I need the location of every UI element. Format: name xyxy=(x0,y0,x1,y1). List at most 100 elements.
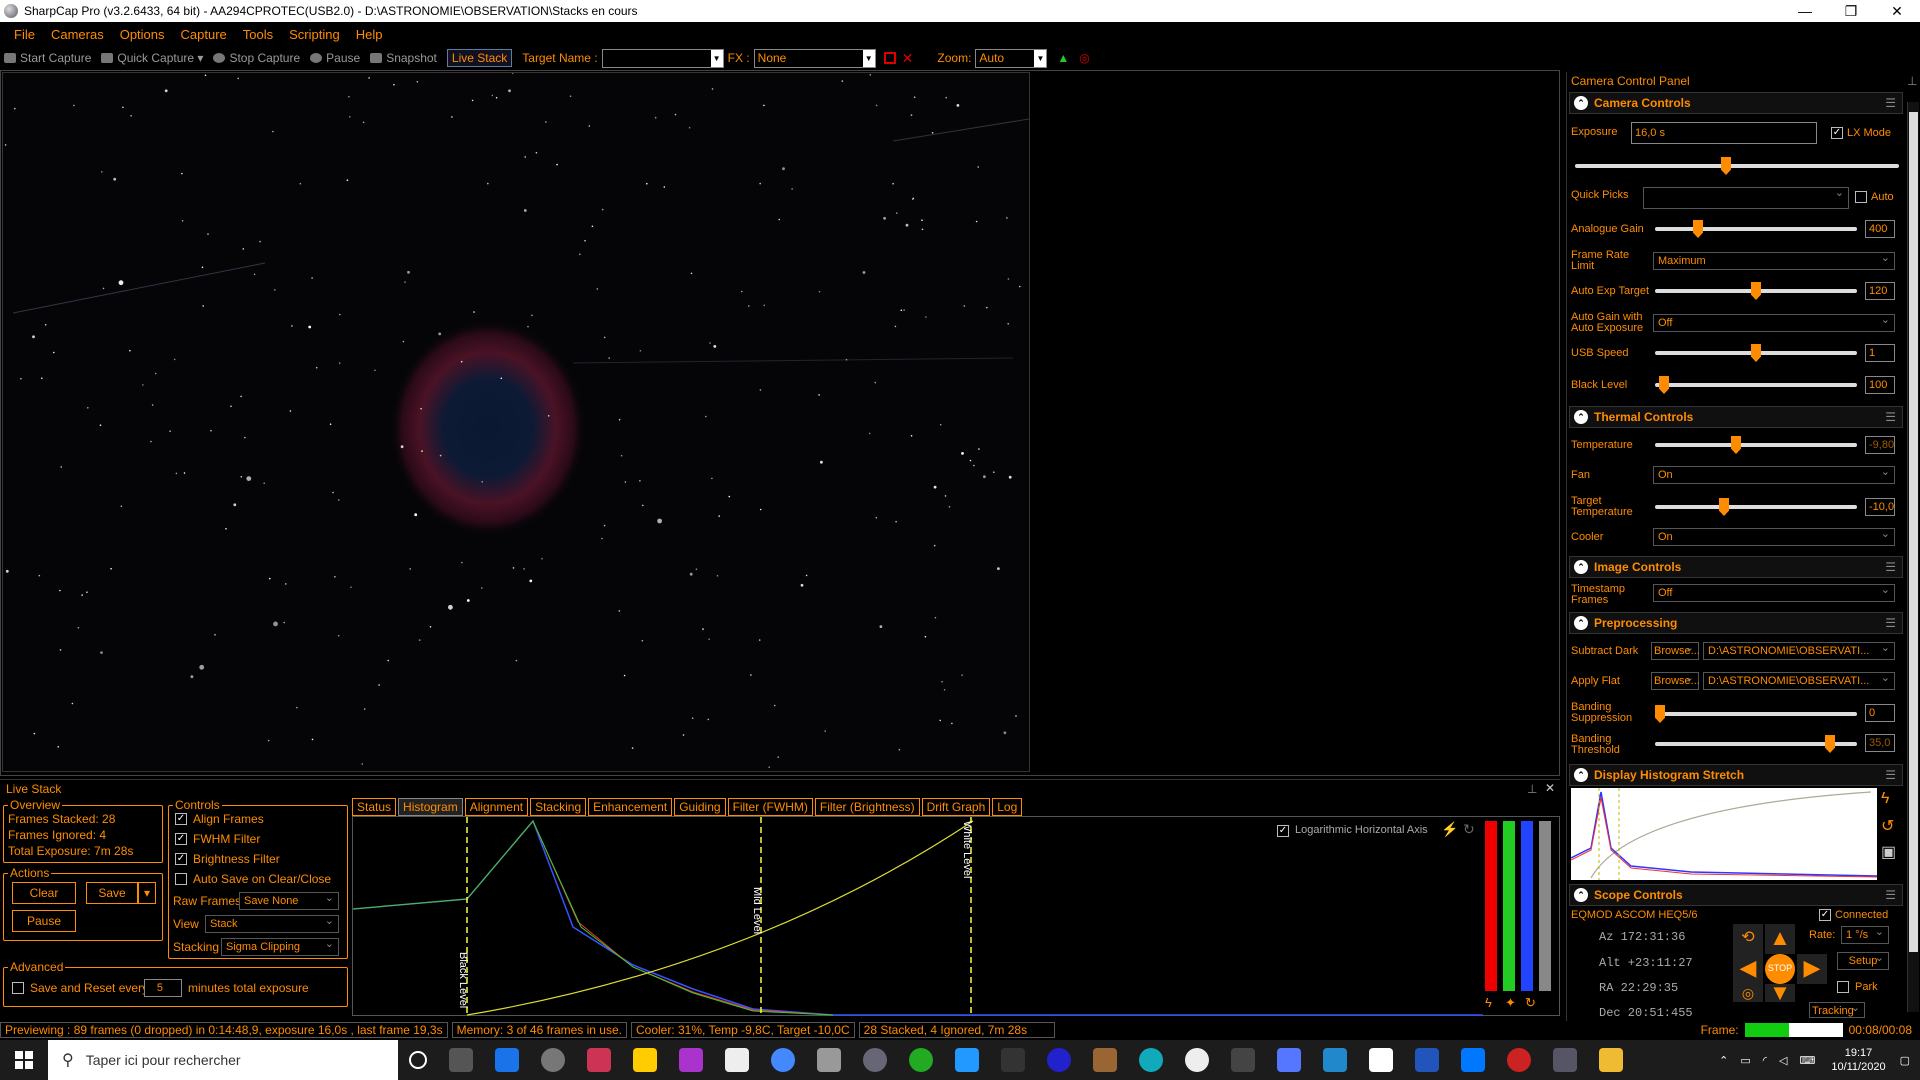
crosshair-icon[interactable]: ✕ xyxy=(902,50,914,67)
quick-capture-button[interactable]: Quick Capture ▾ xyxy=(101,51,203,65)
auto-exp-slider[interactable] xyxy=(1655,282,1857,300)
minimize-button[interactable]: — xyxy=(1782,3,1828,20)
stacking-dropdown[interactable]: Sigma Clipping xyxy=(221,936,339,956)
tab-filter-brightness[interactable]: Filter (Brightness) xyxy=(814,798,920,816)
frame-rate-dropdown[interactable]: Maximum xyxy=(1653,250,1895,270)
quick-picks-dropdown[interactable] xyxy=(1643,185,1849,209)
close-icon[interactable]: ✕ xyxy=(1545,781,1555,795)
fan-dropdown[interactable]: On xyxy=(1653,464,1895,484)
menu-tools[interactable]: Tools xyxy=(243,27,273,42)
black-level-slider[interactable] xyxy=(1655,376,1857,394)
volume-icon[interactable]: ◁ xyxy=(1779,1054,1787,1067)
stop-capture-button[interactable]: Stop Capture xyxy=(213,51,300,65)
settings-icon[interactable] xyxy=(541,1048,565,1072)
tab-status[interactable]: Status xyxy=(352,798,397,816)
tab-alignment[interactable]: Alignment xyxy=(464,798,529,816)
tab-log[interactable]: Log xyxy=(992,798,1023,816)
pause-stack-button[interactable]: Pause xyxy=(12,910,76,932)
clear-button[interactable]: Clear xyxy=(12,882,76,904)
sharpcap-icon[interactable] xyxy=(863,1048,887,1072)
south-arrow-icon[interactable]: ▼ xyxy=(1765,984,1795,1002)
discord-icon[interactable] xyxy=(1277,1048,1301,1072)
browse-dark-button[interactable]: Browse... xyxy=(1651,640,1700,660)
threshold-slider[interactable] xyxy=(1655,735,1857,753)
target-temp-thumb[interactable] xyxy=(1719,498,1729,516)
app-icon-4[interactable] xyxy=(771,1048,795,1072)
wix-icon[interactable] xyxy=(1369,1048,1393,1072)
minutes-stepper[interactable]: 5 xyxy=(144,979,182,997)
section-menu-icon[interactable]: ☰ xyxy=(1885,888,1896,902)
analogue-gain-value[interactable]: 400 xyxy=(1865,220,1895,238)
lx-mode-checkbox[interactable]: ✓ xyxy=(1831,127,1843,139)
reverse-icon[interactable]: ⟲ xyxy=(1733,924,1763,954)
app-icon-9[interactable] xyxy=(1047,1048,1071,1072)
preprocessing-header[interactable]: ⌃ Preprocessing ☰ xyxy=(1569,612,1903,634)
app-icon-3[interactable] xyxy=(725,1048,749,1072)
tab-enhancement[interactable]: Enhancement xyxy=(588,798,673,816)
pin-icon[interactable]: ⊥ xyxy=(1907,74,1917,88)
start-capture-button[interactable]: Start Capture xyxy=(4,51,91,65)
banding-value[interactable]: 0 xyxy=(1865,704,1895,722)
tab-drift-graph[interactable]: Drift Graph xyxy=(921,798,991,816)
red-channel-slider[interactable] xyxy=(1485,821,1497,991)
save-reset-checkbox[interactable] xyxy=(12,982,24,994)
panel-scrollbar[interactable] xyxy=(1907,102,1919,1012)
save-stretch-icon[interactable]: ▣ xyxy=(1881,842,1896,862)
app-icon-5[interactable] xyxy=(817,1048,841,1072)
app-icon-12[interactable] xyxy=(1231,1048,1255,1072)
app-icon-11[interactable] xyxy=(1185,1048,1209,1072)
app-icon-16[interactable] xyxy=(1553,1048,1577,1072)
banding-thumb[interactable] xyxy=(1655,705,1665,723)
pause-button[interactable]: Pause xyxy=(310,51,360,65)
section-menu-icon[interactable]: ☰ xyxy=(1885,96,1896,110)
app-icon-6[interactable] xyxy=(909,1048,933,1072)
sticky-notes-icon[interactable] xyxy=(633,1048,657,1072)
thermal-controls-header[interactable]: ⌃ Thermal Controls ☰ xyxy=(1569,406,1903,428)
app-icon-2[interactable] xyxy=(679,1048,703,1072)
snapshot-button[interactable]: Snapshot xyxy=(370,51,437,65)
section-menu-icon[interactable]: ☰ xyxy=(1885,410,1896,424)
flat-path-dropdown[interactable]: D:\ASTRONOMIE\OBSERVATI... xyxy=(1703,670,1895,690)
luminance-channel-slider[interactable] xyxy=(1539,821,1551,991)
menu-scripting[interactable]: Scripting xyxy=(289,27,340,42)
blue-channel-slider[interactable] xyxy=(1521,821,1533,991)
fx-dropdown[interactable]: None ▼ xyxy=(753,48,876,68)
edge-icon[interactable] xyxy=(1139,1048,1163,1072)
target-temp-slider[interactable] xyxy=(1655,498,1857,516)
connected-checkbox[interactable]: ✓ xyxy=(1819,909,1831,921)
wifi-icon[interactable]: ◜ xyxy=(1763,1054,1767,1067)
threshold-value[interactable]: 35,0 xyxy=(1865,734,1895,752)
target-icon[interactable]: ◎ xyxy=(1733,984,1763,1002)
tab-histogram[interactable]: Histogram xyxy=(398,798,463,816)
tab-guiding[interactable]: Guiding xyxy=(674,798,726,816)
ts-icon[interactable] xyxy=(1415,1048,1439,1072)
save-button[interactable]: Save xyxy=(86,882,138,904)
network-icon[interactable]: ▭ xyxy=(1740,1054,1750,1067)
stretch-histogram-plot[interactable] xyxy=(1570,788,1878,880)
live-stack-button[interactable]: Live Stack xyxy=(446,49,513,67)
black-level-thumb[interactable] xyxy=(1659,376,1669,394)
image-controls-header[interactable]: ⌃ Image Controls ☰ xyxy=(1569,556,1903,578)
tracking-button[interactable]: Tracking xyxy=(1809,1000,1865,1018)
banding-slider[interactable] xyxy=(1655,705,1857,723)
reset-icon[interactable]: ↻ xyxy=(1463,821,1475,838)
focus-icon[interactable]: ◎ xyxy=(1079,51,1089,65)
section-menu-icon[interactable]: ☰ xyxy=(1885,768,1896,782)
threshold-thumb[interactable] xyxy=(1825,735,1835,753)
view-dropdown[interactable]: Stack xyxy=(205,913,339,933)
analogue-gain-slider[interactable] xyxy=(1655,220,1857,238)
exposure-slider[interactable] xyxy=(1575,157,1899,175)
menu-capture[interactable]: Capture xyxy=(181,27,227,42)
histogram-icon[interactable]: ▲ xyxy=(1057,51,1069,65)
section-menu-icon[interactable]: ☰ xyxy=(1885,560,1896,574)
app-icon-7[interactable] xyxy=(955,1048,979,1072)
cortana-icon[interactable] xyxy=(409,1051,427,1069)
notifications-icon[interactable]: ▢ xyxy=(1900,1054,1910,1067)
close-button[interactable]: ✕ xyxy=(1874,3,1920,20)
menu-help[interactable]: Help xyxy=(356,27,383,42)
camera-controls-header[interactable]: ⌃ Camera Controls ☰ xyxy=(1569,92,1903,114)
histogram-plot[interactable]: Black Level Mid Level White Level ✓ Loga… xyxy=(352,816,1560,1017)
app-icon-1[interactable] xyxy=(587,1048,611,1072)
lightning-icon[interactable]: ϟ xyxy=(1881,790,1889,808)
menu-file[interactable]: File xyxy=(14,27,35,42)
